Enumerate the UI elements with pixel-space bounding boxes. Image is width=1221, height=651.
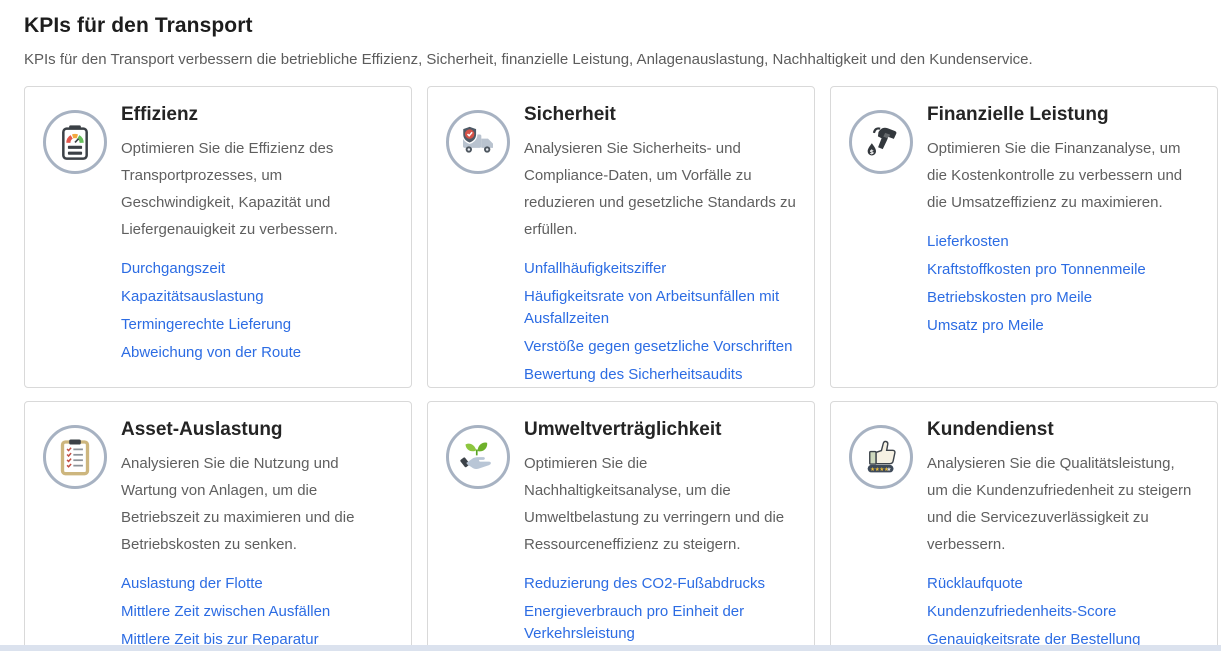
card-icon-circle [43,110,107,174]
kpi-link-list: Auslastung der Flotte Mittlere Zeit zwisc… [121,573,393,651]
card-body: Sicherheit Analysieren Sie Sicherheits- … [524,102,796,372]
page-header: KPIs für den Transport KPIs für den Tran… [0,0,1221,68]
card-description: Analysieren Sie die Qualitätsleistung, u… [927,450,1199,558]
card-icon-circle [446,425,510,489]
card-title: Effizienz [121,104,393,126]
card-body: Finanzielle Leistung Optimieren Sie die … [927,102,1199,372]
kpi-card: Finanzielle Leistung Optimieren Sie die … [830,86,1218,388]
kpi-link[interactable]: Kapazitätsauslastung [121,286,393,308]
fuel-nozzle-icon [861,122,901,162]
kpi-link[interactable]: Unfallhäufigkeitsziffer [524,258,796,280]
kpi-link[interactable]: Mittlere Zeit zwischen Ausfällen [121,601,393,623]
card-description: Optimieren Sie die Finanzanalyse, um die… [927,135,1199,216]
kpi-link[interactable]: Rücklaufquote [927,573,1199,595]
card-title: Kundendienst [927,419,1199,441]
card-description: Optimieren Sie die Effizienz des Transpo… [121,135,393,243]
kpi-link[interactable]: Umsatz pro Meile [927,315,1199,337]
card-icon-circle [849,110,913,174]
kpi-card: Sicherheit Analysieren Sie Sicherheits- … [427,86,815,388]
kpi-link[interactable]: Lieferkosten [927,231,1199,253]
kpi-link[interactable]: Termingerechte Lieferung [121,314,393,336]
kpi-card: Kundendienst Analysieren Sie die Qualitä… [830,401,1218,651]
kpi-link[interactable]: Durchgangszeit [121,258,393,280]
card-body: Effizienz Optimieren Sie die Effizienz d… [121,102,393,372]
kpi-card: Effizienz Optimieren Sie die Effizienz d… [24,86,412,388]
kpi-card: Umweltverträglichkeit Optimieren Sie die… [427,401,815,651]
kpi-link[interactable]: Auslastung der Flotte [121,573,393,595]
page-subtitle: KPIs für den Transport verbessern die be… [24,51,1197,68]
kpi-card: Asset-Auslastung Analysieren Sie die Nut… [24,401,412,651]
plant-hand-icon [458,437,498,477]
kpi-link[interactable]: Reduzierung des CO2-Fußabdrucks [524,573,796,595]
kpi-link[interactable]: Kundenzufriedenheits-Score [927,601,1199,623]
kpi-link-list: RücklaufquoteKundenzufriedenheits-ScoreG… [927,573,1199,651]
card-title: Finanzielle Leistung [927,104,1199,126]
bottom-cutoff-strip [0,645,1221,651]
kpi-link[interactable]: Verstöße gegen gesetzliche Vorschriften [524,336,796,358]
gauge-clipboard-icon [55,122,95,162]
thumbs-up-icon [861,437,901,477]
card-description: Analysieren Sie die Nutzung und Wartung … [121,450,393,558]
card-icon-circle [43,425,107,489]
card-body: Kundendienst Analysieren Sie die Qualitä… [927,417,1199,651]
page-title: KPIs für den Transport [24,14,1197,38]
kpi-link-list: Unfallhäufigkeitsziffer Häufigkeitsrate v… [524,258,796,386]
kpi-grid: Effizienz Optimieren Sie die Effizienz d… [0,86,1221,651]
kpi-link[interactable]: Kraftstoffkosten pro Tonnenmeile [927,259,1199,281]
kpi-link[interactable]: Häufigkeitsrate von Arbeitsunfällen mit … [524,286,796,330]
card-icon-circle [849,425,913,489]
kpi-link[interactable]: Bewertung des Sicherheitsaudits [524,364,796,386]
kpi-link-list: Lieferkosten Kraftstoffkosten pro Tonnenm… [927,231,1199,337]
kpi-hub-page: KPIs für den Transport KPIs für den Tran… [0,0,1221,651]
card-description: Analysieren Sie Sicherheits- und Complia… [524,135,796,243]
card-body: Asset-Auslastung Analysieren Sie die Nut… [121,417,393,651]
card-title: Sicherheit [524,104,796,126]
kpi-link-list: Durchgangszeit Kapazitätsauslastung Termin… [121,258,393,364]
card-description: Optimieren Sie die Nachhaltigkeitsanalys… [524,450,796,558]
card-title: Umweltverträglichkeit [524,419,796,441]
kpi-link[interactable]: Energieverbrauch pro Einheit der Verkehr… [524,601,796,645]
kpi-link-list: Reduzierung des CO2-Fußabdrucks Energieve… [524,573,796,651]
kpi-link[interactable]: Abweichung von der Route [121,342,393,364]
truck-shield-icon [458,122,498,162]
card-icon-circle [446,110,510,174]
card-body: Umweltverträglichkeit Optimieren Sie die… [524,417,796,651]
kpi-link[interactable]: Betriebskosten pro Meile [927,287,1199,309]
checklist-icon [55,437,95,477]
card-title: Asset-Auslastung [121,419,393,441]
